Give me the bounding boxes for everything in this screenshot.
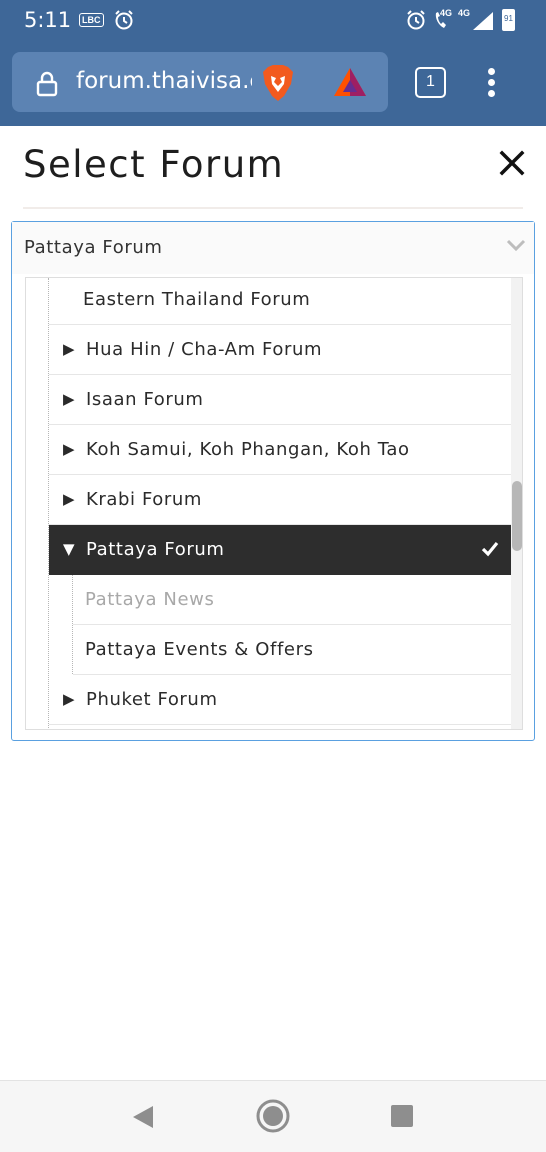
scrollbar-thumb[interactable] <box>512 481 522 551</box>
tab-switcher-button[interactable]: 1 <box>415 67 446 98</box>
forum-option[interactable]: Eastern Thailand Forum <box>49 278 511 325</box>
selected-forum[interactable]: Pattaya Forum <box>24 237 163 258</box>
forum-option-label: Pattaya Forum <box>86 539 225 560</box>
forum-select[interactable]: Pattaya Forum Eastern Thailand Forum ▶ H… <box>11 221 535 741</box>
list-scrollbar[interactable] <box>511 278 522 729</box>
forum-option-label: Isaan Forum <box>86 389 204 410</box>
address-bar[interactable]: forum.thaivisa.com <box>12 52 388 112</box>
alarm-icon <box>407 10 425 30</box>
forum-option[interactable]: Pattaya News <box>73 575 511 625</box>
alarm-icon <box>115 10 133 30</box>
forum-option[interactable]: ▶ Koh Samui, Koh Phangan, Koh Tao <box>49 425 511 475</box>
forum-option-label: Krabi Forum <box>86 489 203 510</box>
network-type: 4G <box>440 8 453 18</box>
forum-select-toggle[interactable]: Pattaya Forum <box>12 222 534 274</box>
expand-arrow-icon[interactable]: ▶ <box>63 425 75 474</box>
expand-arrow-icon[interactable]: ▶ <box>63 325 75 374</box>
network-type: 4G <box>458 8 471 18</box>
title-divider <box>23 207 523 209</box>
browser-chrome: 5:11 LBC 4G 4G 91 forum.thaivisa.com <box>0 0 546 126</box>
forum-option-label: Phuket Forum <box>86 689 218 710</box>
recents-icon[interactable] <box>391 1105 413 1127</box>
forum-option-label: Hua Hin / Cha-Am Forum <box>86 339 323 360</box>
navigation-bar <box>0 1080 546 1152</box>
status-time: 5:11 <box>24 8 72 32</box>
forum-option-label: Pattaya Events & Offers <box>85 639 314 660</box>
chevron-down-icon[interactable] <box>506 238 526 252</box>
home-icon[interactable] <box>256 1099 290 1133</box>
checkmark-icon <box>481 541 499 557</box>
battery-icon: 91 <box>502 9 515 31</box>
forum-option[interactable]: ▶ Phuket Forum <box>49 675 511 725</box>
forum-options-list[interactable]: Eastern Thailand Forum ▶ Hua Hin / Cha-A… <box>25 277 523 730</box>
brave-lion-icon[interactable] <box>262 64 294 102</box>
forum-option[interactable]: Pattaya Events & Offers <box>73 625 511 675</box>
close-icon[interactable] <box>497 148 527 178</box>
expand-arrow-icon[interactable]: ▶ <box>63 475 75 524</box>
forum-option[interactable]: ▶ Krabi Forum <box>49 475 511 525</box>
forum-option-label: Koh Samui, Koh Phangan, Koh Tao <box>86 439 410 460</box>
carrier-badge: LBC <box>79 13 104 27</box>
lock-icon[interactable] <box>36 71 58 97</box>
expand-arrow-icon[interactable]: ▶ <box>63 375 75 424</box>
forum-option[interactable]: ▶ Hua Hin / Cha-Am Forum <box>49 325 511 375</box>
overflow-menu-icon[interactable] <box>480 66 502 100</box>
bat-rewards-icon[interactable] <box>332 66 368 98</box>
forum-option-label: Eastern Thailand Forum <box>83 289 311 310</box>
url-text[interactable]: forum.thaivisa.com <box>76 68 252 94</box>
expand-arrow-icon[interactable]: ▶ <box>63 675 75 724</box>
back-icon[interactable] <box>131 1105 155 1129</box>
forum-option-label: Pattaya News <box>85 589 215 610</box>
forum-option[interactable]: ▶ Isaan Forum <box>49 375 511 425</box>
signal-icon <box>473 12 493 30</box>
forum-option-selected[interactable]: ▼ Pattaya Forum <box>49 525 511 575</box>
status-bar: 5:11 LBC 4G 4G 91 <box>0 0 546 42</box>
collapse-arrow-icon[interactable]: ▼ <box>63 525 75 574</box>
page-title: Select Forum <box>23 143 285 186</box>
